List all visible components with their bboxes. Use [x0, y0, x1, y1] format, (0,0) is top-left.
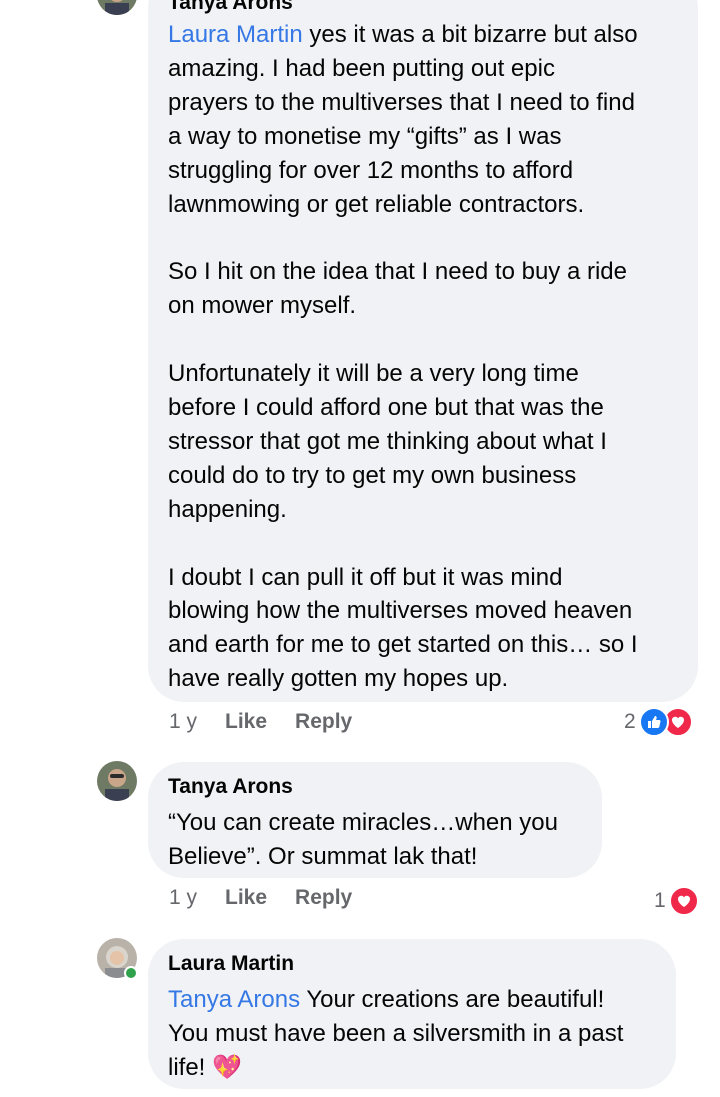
reaction-count: 1 [654, 889, 666, 912]
mention-link[interactable]: Laura Martin [168, 21, 303, 48]
comment-actions: 1 y Like Reply [169, 710, 380, 734]
comment-text: Tanya Arons Your creations are beautiful… [168, 986, 624, 1081]
comment-author[interactable]: Tanya Arons [168, 774, 582, 800]
reply-button[interactable]: Reply [295, 886, 352, 910]
reactions-summary[interactable]: 2 [624, 707, 693, 737]
timestamp[interactable]: 1 y [169, 710, 197, 734]
comment-author[interactable]: Tanya Arons [168, 0, 678, 16]
online-status-indicator [124, 966, 138, 980]
avatar[interactable] [97, 0, 137, 15]
reactions-summary[interactable]: 1 [654, 886, 699, 916]
avatar[interactable] [97, 761, 137, 801]
comment-bubble: Laura Martin Tanya Arons Your creations … [148, 939, 676, 1089]
like-button[interactable]: Like [225, 710, 267, 734]
reaction-count: 2 [624, 710, 636, 733]
comment-text: “You can create miracles…when you Believ… [168, 809, 558, 870]
comment-bubble: Tanya Arons Laura Martin yes it was a bi… [148, 0, 698, 702]
heart-icon [668, 886, 699, 916]
thumbs-up-icon [638, 707, 669, 737]
timestamp[interactable]: 1 y [169, 886, 197, 910]
comment-actions: 1 y Like Reply [169, 886, 380, 910]
comment-author[interactable]: Laura Martin [168, 951, 656, 977]
reply-button[interactable]: Reply [295, 710, 352, 734]
comment-bubble: Tanya Arons “You can create miracles…whe… [148, 762, 602, 878]
comment-text: Laura Martin yes it was a bit bizarre bu… [168, 21, 638, 693]
mention-link[interactable]: Tanya Arons [168, 986, 300, 1013]
like-button[interactable]: Like [225, 886, 267, 910]
